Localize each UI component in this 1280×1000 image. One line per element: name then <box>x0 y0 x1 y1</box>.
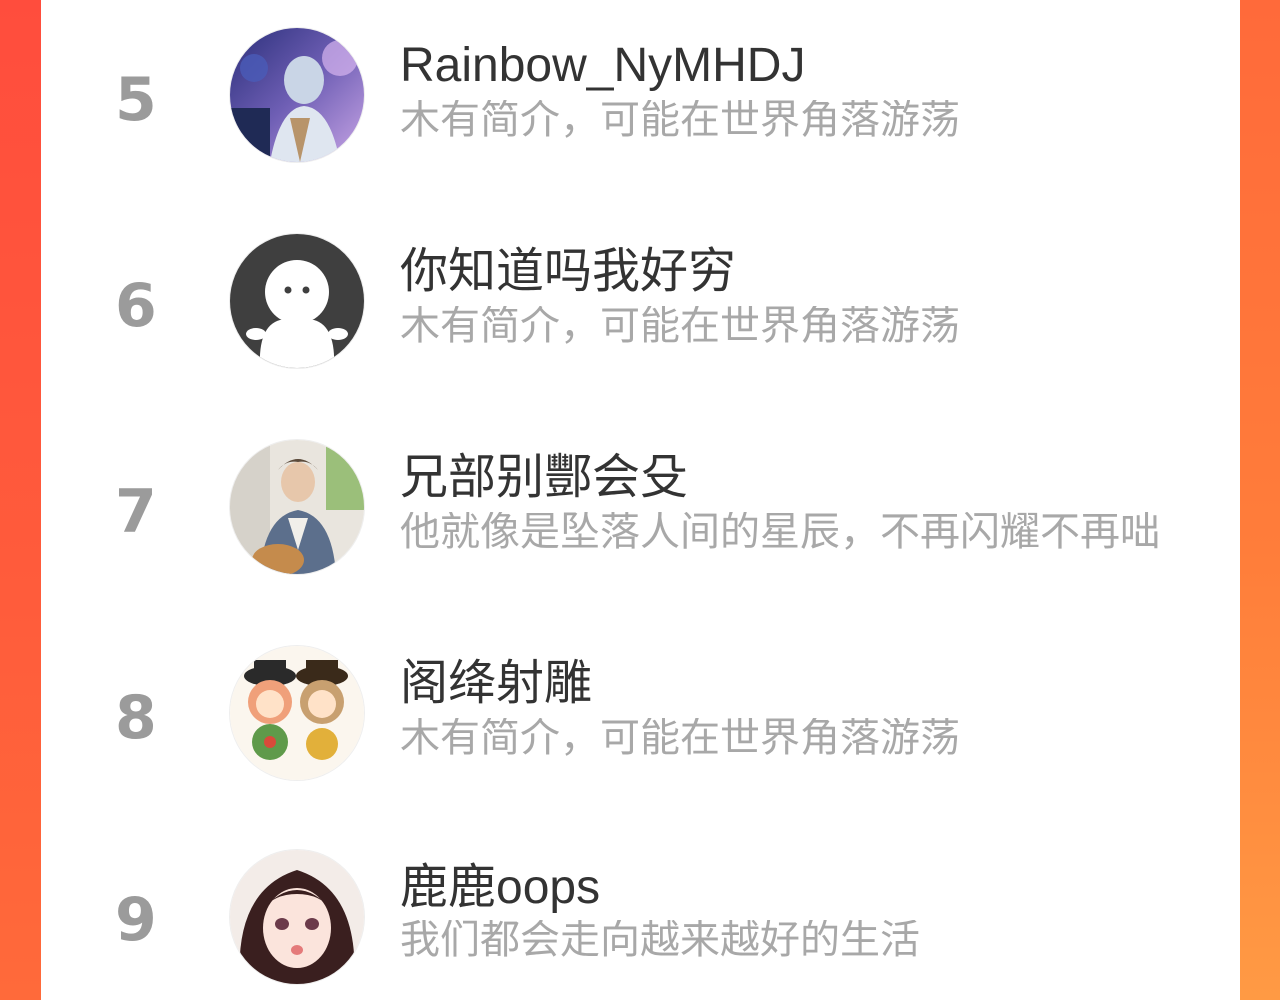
user-avatar[interactable] <box>230 234 364 368</box>
avatar-anime-monk-icon <box>230 28 364 162</box>
rank-number: 6 <box>115 271 157 341</box>
ranking-row[interactable]: 6 你知道吗我好穷 木有简介，可能在世界角落游荡 <box>41 206 1240 412</box>
rank-number: 8 <box>115 683 157 753</box>
ranking-row[interactable]: 9 鹿鹿oops 我们都会走向越来越好的生活 <box>41 824 1240 1000</box>
avatar-anime-girl-icon <box>230 850 364 984</box>
user-name[interactable]: 你知道吗我好穷 <box>400 248 736 296</box>
user-avatar[interactable] <box>230 646 364 780</box>
user-bio: 木有简介，可能在世界角落游荡 <box>400 718 960 758</box>
avatar-default-ghost-icon <box>230 234 364 368</box>
rank-number: 7 <box>115 477 157 547</box>
avatar-chibi-pair-icon <box>230 646 364 780</box>
ranking-row[interactable]: 7 兄部别酆会殳 他就像是坠落人间的星辰，不再闪耀不再咄 <box>41 412 1240 618</box>
avatar-guitar-man-icon <box>230 440 364 574</box>
user-bio: 他就像是坠落人间的星辰，不再闪耀不再咄 <box>400 512 1160 552</box>
user-bio: 我们都会走向越来越好的生活 <box>400 920 920 960</box>
user-name[interactable]: 阁绛射雕 <box>400 660 592 708</box>
user-bio: 木有简介，可能在世界角落游荡 <box>400 100 960 140</box>
rank-number: 9 <box>115 885 157 955</box>
user-avatar[interactable] <box>230 440 364 574</box>
ranking-row[interactable]: 8 阁绛射雕 木有简介，可能在世界角落游荡 <box>41 618 1240 824</box>
rank-number: 5 <box>115 65 157 135</box>
user-name[interactable]: 兄部别酆会殳 <box>400 454 688 502</box>
background-right-strip <box>1240 0 1280 1000</box>
background-left-strip <box>0 0 41 1000</box>
user-name[interactable]: 鹿鹿oops <box>400 864 600 912</box>
ranking-row[interactable]: 5 Rainbow_NyMHDJ 木有简介，可能在世界角落游荡 <box>41 0 1240 206</box>
user-avatar[interactable] <box>230 28 364 162</box>
ranking-list-panel: 5 Rainbow_NyMHDJ 木有简介，可能在世界角落游荡 6 你知道吗我好… <box>41 0 1240 1000</box>
user-name[interactable]: Rainbow_NyMHDJ <box>400 42 805 90</box>
user-bio: 木有简介，可能在世界角落游荡 <box>400 306 960 346</box>
user-avatar[interactable] <box>230 850 364 984</box>
